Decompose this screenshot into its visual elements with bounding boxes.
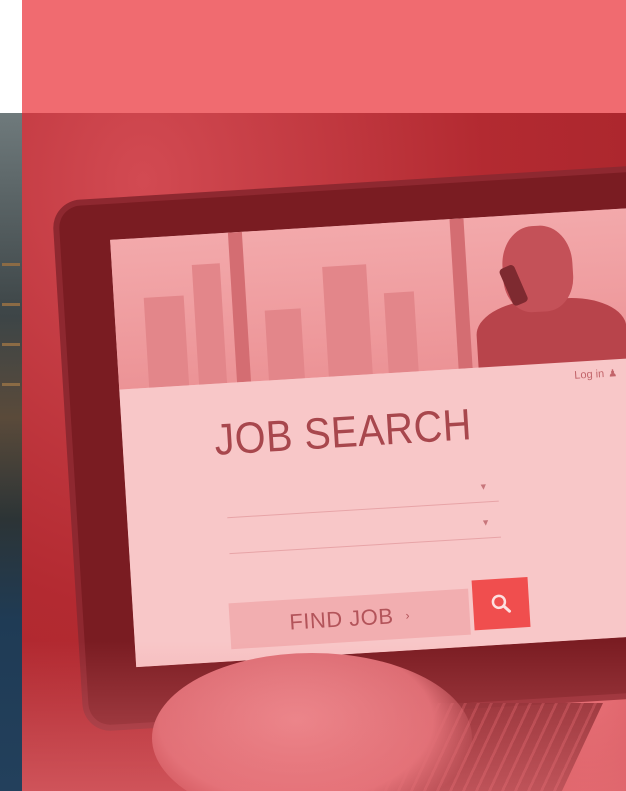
search-button[interactable] bbox=[471, 577, 531, 631]
building bbox=[191, 263, 228, 385]
search-icon bbox=[491, 594, 512, 613]
top-banner bbox=[22, 0, 626, 115]
building bbox=[143, 295, 190, 388]
shelf bbox=[2, 303, 20, 306]
category-select[interactable]: ▼ bbox=[225, 474, 499, 519]
chevron-down-icon: ▼ bbox=[478, 481, 489, 492]
window-frame bbox=[449, 218, 473, 369]
search-panel: Log in ♟ JOB SEARCH ▼ ▼ FIND JOB › bbox=[119, 357, 626, 668]
building bbox=[264, 308, 305, 381]
user-icon: ♟ bbox=[607, 367, 618, 380]
login-label: Log in bbox=[573, 367, 605, 382]
window-frame bbox=[227, 231, 252, 383]
chevron-down-icon: ▼ bbox=[480, 517, 491, 528]
login-link[interactable]: Log in ♟ bbox=[574, 367, 618, 382]
building bbox=[383, 291, 419, 374]
shelf bbox=[2, 383, 20, 386]
building bbox=[322, 264, 373, 377]
shelf bbox=[2, 343, 20, 346]
left-photo-strip bbox=[0, 113, 22, 791]
chevron-right-icon: › bbox=[405, 608, 411, 623]
job-type-select[interactable]: ▼ bbox=[227, 510, 502, 555]
find-job-label: FIND JOB bbox=[288, 603, 395, 635]
foreground-wash bbox=[22, 641, 626, 791]
laptop-screen: Log in ♟ JOB SEARCH ▼ ▼ FIND JOB › bbox=[110, 208, 626, 668]
page: Log in ♟ JOB SEARCH ▼ ▼ FIND JOB › bbox=[0, 0, 626, 791]
page-title: JOB SEARCH bbox=[213, 400, 474, 465]
shelf bbox=[2, 263, 20, 266]
hero-photo: Log in ♟ JOB SEARCH ▼ ▼ FIND JOB › bbox=[22, 113, 626, 791]
